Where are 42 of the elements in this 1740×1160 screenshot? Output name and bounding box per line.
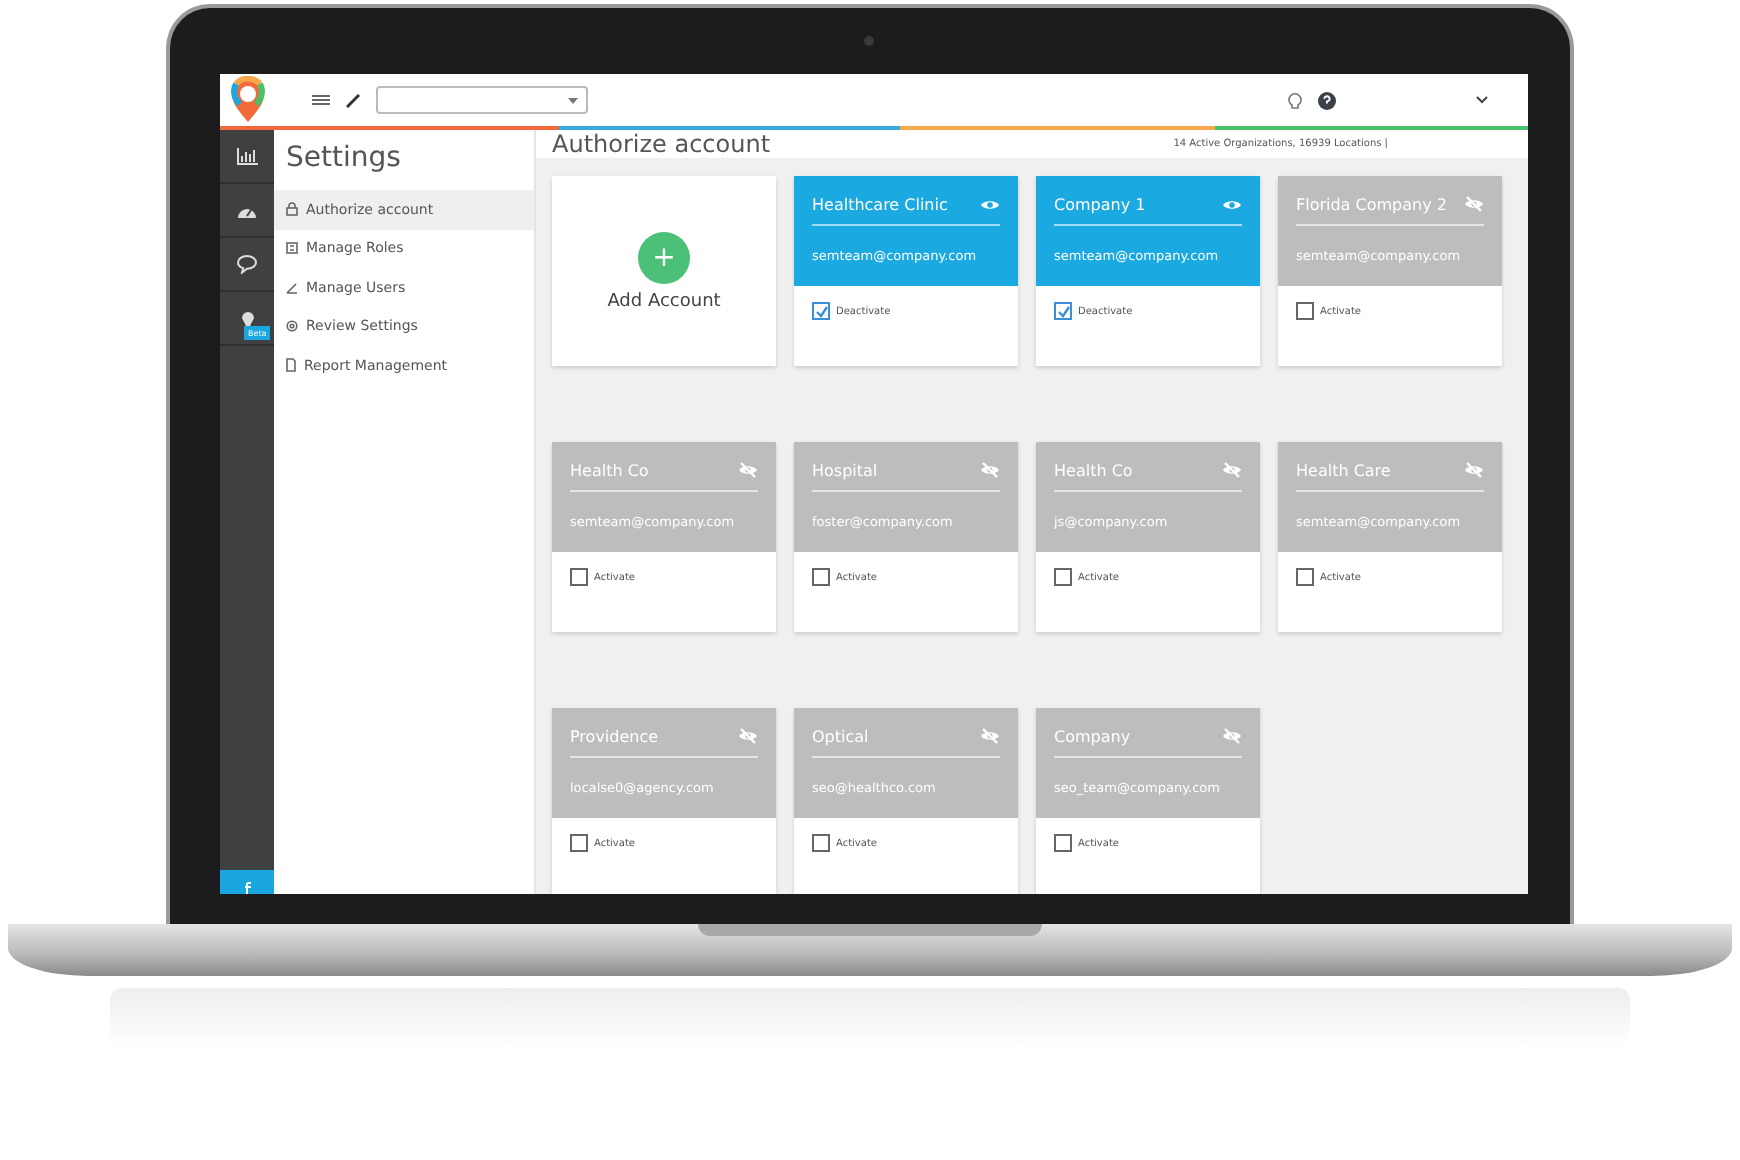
account-name: Company 1: [1054, 195, 1146, 213]
lock-icon: [286, 202, 298, 217]
checkbox[interactable]: [1296, 302, 1314, 320]
add-account-card[interactable]: + Add Account: [552, 176, 776, 366]
add-account-label: Add Account: [607, 291, 721, 311]
checkbox[interactable]: [812, 568, 830, 586]
eye-icon[interactable]: [980, 197, 1000, 211]
social-icon: [243, 882, 251, 894]
account-name: Health Co: [570, 461, 649, 479]
chevron-down-icon[interactable]: [1476, 96, 1488, 104]
account-name: Providence: [570, 727, 659, 745]
map-pin-icon: [239, 307, 255, 329]
lightbulb-icon[interactable]: [1288, 90, 1302, 110]
checkbox[interactable]: [570, 568, 588, 586]
checkbox[interactable]: [570, 834, 588, 852]
account-name: Healthcare Clinic: [812, 195, 948, 213]
checkbox[interactable]: [1296, 568, 1314, 586]
page-title: Authorize account: [552, 130, 771, 158]
settings-title: Settings: [284, 140, 403, 178]
account-name: Hospital: [812, 461, 878, 479]
checkbox[interactable]: [1054, 568, 1072, 586]
account-name: Health Co: [1054, 461, 1133, 479]
eye-icon[interactable]: [1222, 197, 1242, 211]
checkbox[interactable]: [1054, 302, 1072, 320]
settings-icon: [286, 320, 298, 333]
account-name: Health Care: [1296, 461, 1391, 479]
caret-icon: [568, 97, 578, 103]
checkbox[interactable]: [1054, 834, 1072, 852]
help-icon[interactable]: [1318, 91, 1336, 109]
roles-icon: [286, 242, 298, 255]
pencil-icon: [286, 281, 298, 294]
document-icon: [286, 358, 296, 373]
checkbox[interactable]: [812, 834, 830, 852]
account-name: Optical: [812, 727, 869, 745]
checkbox[interactable]: [812, 302, 830, 320]
menu-icon[interactable]: [312, 94, 330, 106]
bar-chart-icon: [236, 147, 258, 165]
camera-icon: [864, 36, 874, 46]
account-name: Company: [1054, 727, 1131, 745]
pencil-icon[interactable]: [346, 93, 360, 107]
chat-icon: [236, 254, 258, 274]
account-name: Florida Company 2: [1296, 195, 1447, 213]
